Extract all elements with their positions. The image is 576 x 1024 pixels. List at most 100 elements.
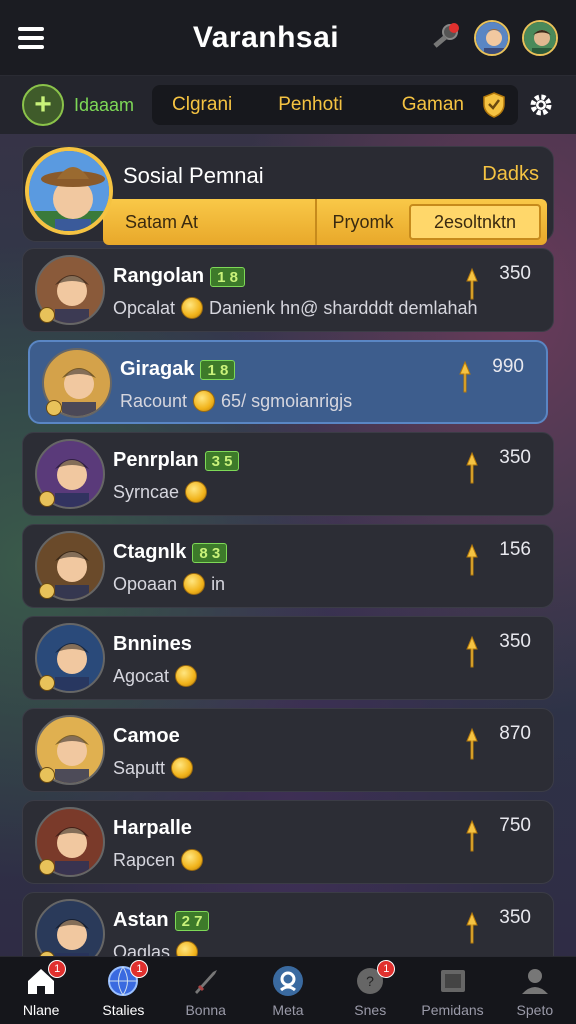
player-name: Astan 2 7 <box>113 909 210 932</box>
player-name: Bnnines <box>113 633 192 655</box>
nav-item-bonna[interactable]: Bonna <box>165 957 247 1024</box>
upvote-icon[interactable] <box>461 267 483 301</box>
nav-item-nlane[interactable]: 1 Nlane <box>0 957 82 1024</box>
home-icon: 1 <box>24 960 67 998</box>
player-score: 156 <box>499 539 531 560</box>
nav-label: Snes <box>354 1002 387 1018</box>
player-extra: Danienk hn@ shardddt demlahah <box>209 297 478 318</box>
nav-item-stalies[interactable]: 1 Stalies <box>82 957 164 1024</box>
coin-icon <box>193 390 216 412</box>
filter-tabs: Clgrani Penhoti Gaman <box>152 85 518 125</box>
rank-badge-icon <box>46 400 62 416</box>
globe-icon: 1 <box>106 960 149 998</box>
level-badge: 1 8 <box>200 359 236 380</box>
player-name: Penrplan 3 5 <box>113 449 240 472</box>
player-subtitle: Rapcen <box>113 849 204 871</box>
player-score: 750 <box>499 815 531 836</box>
nav-label: Stalies <box>102 1002 145 1018</box>
upvote-icon[interactable] <box>461 911 483 945</box>
level-badge: 1 8 <box>210 266 245 287</box>
rank-badge-icon <box>39 491 55 507</box>
nav-item-speto[interactable]: Speto <box>494 957 576 1024</box>
player-score: 350 <box>499 263 531 284</box>
nav-label: Speto <box>516 1002 554 1018</box>
upvote-icon[interactable] <box>461 635 483 669</box>
coin-icon <box>185 481 208 503</box>
tab-clgrani[interactable]: Clgrani <box>164 94 240 116</box>
header-right-label[interactable]: Dadks <box>482 163 539 186</box>
menu-icon[interactable] <box>18 26 44 49</box>
player-subtitle: Opcalat Danienk hn@ shardddt demlahah <box>113 297 478 319</box>
coin-icon <box>171 757 194 779</box>
nav-label: Meta <box>272 1002 304 1018</box>
player-score: 870 <box>499 723 531 744</box>
player-score: 350 <box>499 631 531 652</box>
header-bar-right[interactable]: 2esoltnktn <box>409 204 541 240</box>
player-name: Harpalle <box>113 817 192 839</box>
coin-icon <box>183 573 206 595</box>
leaderboard-panel: Satam At Pryomk 2esoltnktn Sosial Pemnai… <box>22 140 554 976</box>
list-item[interactable]: Penrplan 3 5 Syrncae 350 <box>22 432 554 516</box>
player-name: Ctagnlk 8 3 <box>113 541 228 564</box>
player-avatar[interactable] <box>25 147 113 235</box>
player-subtitle: Saputt <box>113 757 194 779</box>
coin-icon <box>181 849 204 871</box>
book-icon <box>436 964 470 998</box>
player-extra: in <box>211 573 226 594</box>
tab-penhoti[interactable]: Penhoti <box>270 94 350 116</box>
tab-gaman[interactable]: Gaman <box>394 94 472 116</box>
player-score: 990 <box>492 356 524 377</box>
rank-badge-icon <box>39 859 55 875</box>
header-card: Satam At Pryomk 2esoltnktn Sosial Pemnai… <box>22 146 554 245</box>
level-badge: 8 3 <box>192 542 228 563</box>
header-bar: Satam At Pryomk 2esoltnktn <box>103 199 547 245</box>
upvote-icon[interactable] <box>461 819 483 853</box>
app-title: Varanhsai <box>192 20 340 54</box>
key-icon[interactable] <box>428 21 462 55</box>
player-score: 350 <box>499 907 531 928</box>
header-title: Sosial Pemnai <box>123 163 264 188</box>
bottom-nav: 1 Nlane 1 Stalies Bonna Meta ? 1 Snes Pe… <box>0 956 576 1024</box>
list-item[interactable]: Bnnines Agocat 350 <box>22 616 554 700</box>
list-item[interactable]: Rangolan 1 8 Opcalat Danienk hn@ shardddt… <box>22 248 554 332</box>
rank-badge-icon <box>39 307 55 323</box>
rank-badge-icon <box>39 675 55 691</box>
rank-badge-icon <box>39 767 55 783</box>
player-subtitle: Opoaan in <box>113 573 226 595</box>
list-item[interactable]: Harpalle Rapcen 750 <box>22 800 554 884</box>
svg-text:?: ? <box>366 973 374 989</box>
shield-icon[interactable] <box>482 92 506 118</box>
header-bar-mid[interactable]: Pryomk <box>315 199 409 245</box>
list-item[interactable]: Giragak 1 8 Racount 65/ sgmoianrigjs 990 <box>28 340 548 424</box>
player-subtitle: Agocat <box>113 665 198 687</box>
notification-badge: 1 <box>130 960 149 978</box>
upvote-icon[interactable] <box>461 543 483 577</box>
nav-item-meta[interactable]: Meta <box>247 957 329 1024</box>
player-extra: 65/ sgmoianrigjs <box>221 390 353 411</box>
profile-avatar[interactable] <box>522 19 558 56</box>
notification-badge: 1 <box>377 960 396 978</box>
friend-avatar[interactable] <box>474 19 510 56</box>
filter-bar: + Idaaam Clgrani Penhoti Gaman <box>0 76 576 134</box>
filter-label[interactable]: Idaaam <box>74 95 134 116</box>
nav-item-pemidans[interactable]: Pemidans <box>411 957 493 1024</box>
chat-icon: ? 1 <box>353 960 396 998</box>
list-item[interactable]: Ctagnlk 8 3 Opoaan in 156 <box>22 524 554 608</box>
level-badge: 2 7 <box>174 910 210 931</box>
upvote-icon[interactable] <box>454 360 476 394</box>
gear-icon[interactable] <box>528 92 554 118</box>
header-bar-left[interactable]: Satam At <box>103 212 315 233</box>
level-badge: 3 5 <box>204 450 240 471</box>
player-subtitle: Syrncae <box>113 481 208 503</box>
nav-label: Pemidans <box>421 1002 484 1018</box>
add-button[interactable]: + <box>22 84 64 126</box>
nav-label: Nlane <box>22 1002 60 1018</box>
coin-icon <box>175 665 198 687</box>
nav-item-snes[interactable]: ? 1 Snes <box>329 957 411 1024</box>
upvote-icon[interactable] <box>461 727 483 761</box>
upvote-icon[interactable] <box>461 451 483 485</box>
player-name: Camoe <box>113 725 180 747</box>
coin-icon <box>181 297 204 319</box>
nav-label: Bonna <box>185 1002 226 1018</box>
list-item[interactable]: Camoe Saputt 870 <box>22 708 554 792</box>
